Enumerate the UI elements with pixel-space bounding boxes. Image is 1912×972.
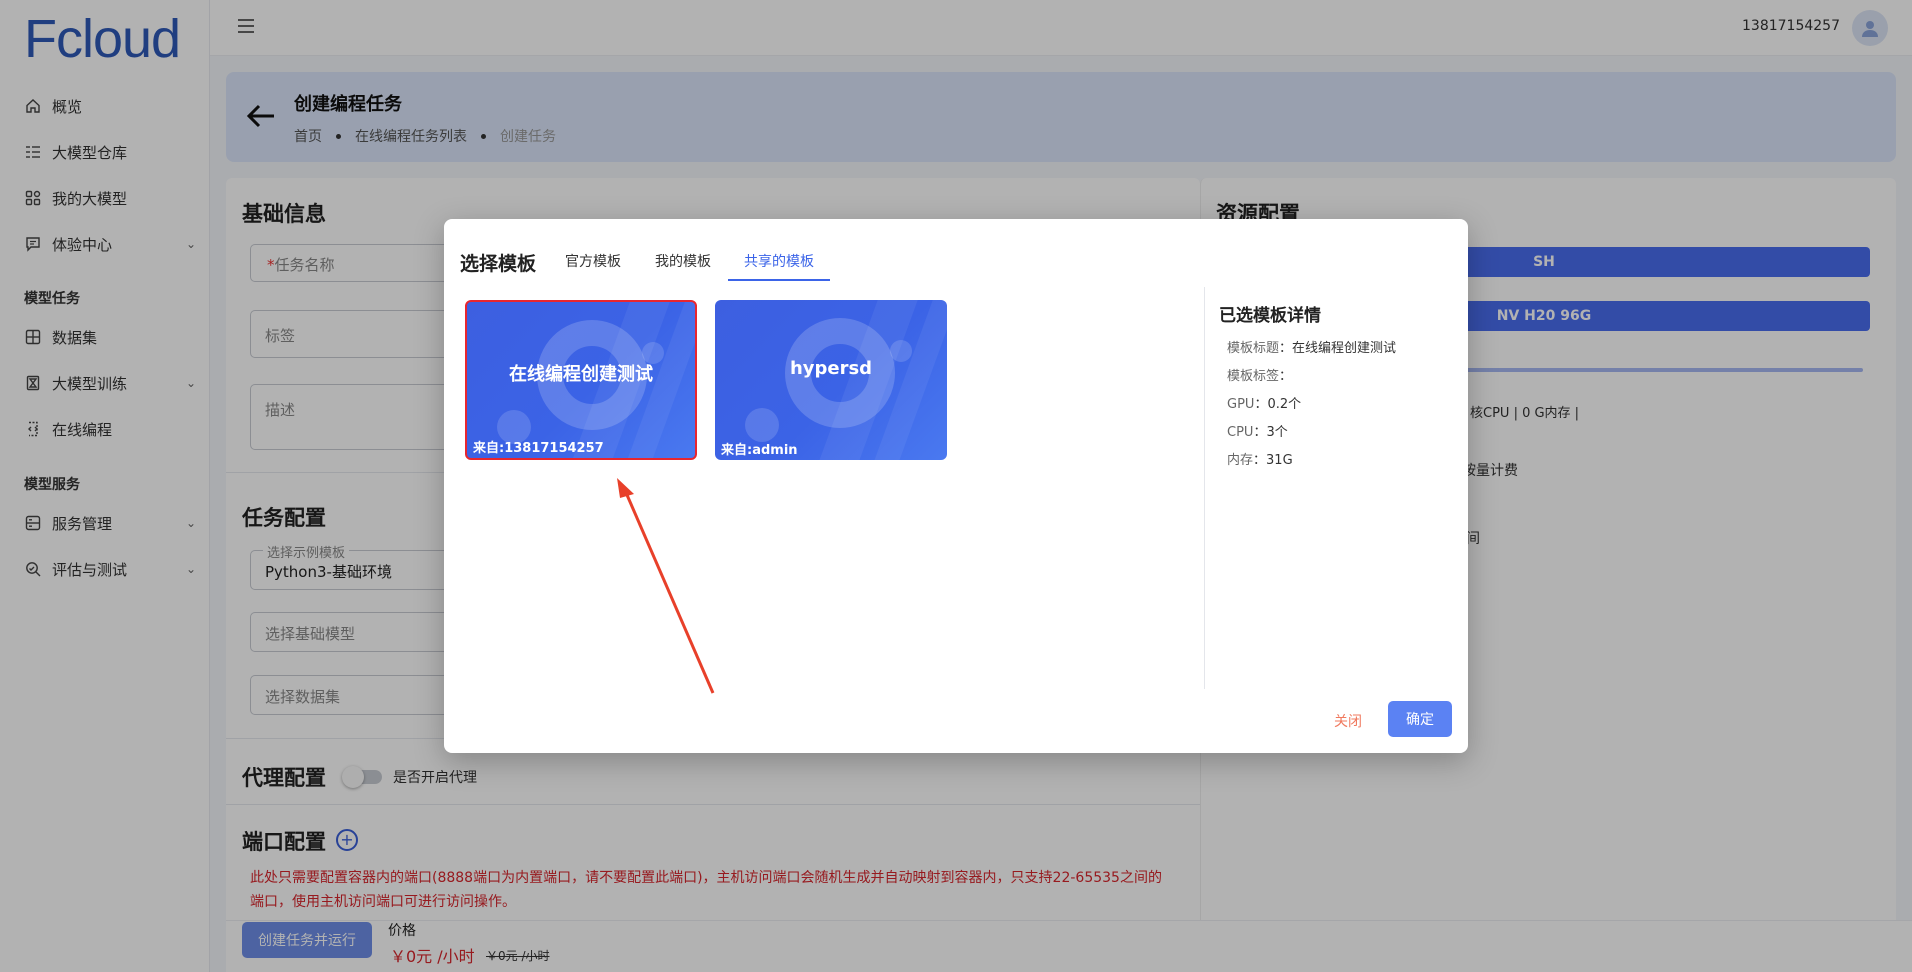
detail-divider xyxy=(1204,287,1205,689)
detail-row-tags: 模板标签： xyxy=(1227,369,1293,384)
detail-title: 已选模板详情 xyxy=(1219,306,1321,326)
tab-official-templates[interactable]: 官方模板 xyxy=(565,251,621,271)
detail-row-title: 模板标题：在线编程创建测试 xyxy=(1227,341,1397,356)
detail-key: GPU xyxy=(1227,397,1255,412)
template-source: 来自:admin xyxy=(721,443,798,458)
detail-row-memory: 内存：31G xyxy=(1227,453,1293,468)
detail-row-cpu: CPU：3个 xyxy=(1227,425,1288,440)
detail-key: 模板标题 xyxy=(1227,341,1280,356)
detail-value: 0.2个 xyxy=(1267,397,1302,412)
modal-title: 选择模板 xyxy=(460,253,537,275)
template-title: 在线编程创建测试 xyxy=(509,364,653,385)
detail-key: 内存 xyxy=(1227,453,1254,468)
close-button[interactable]: 关闭 xyxy=(1334,711,1362,731)
detail-value: 31G xyxy=(1266,453,1293,468)
template-card-selected[interactable]: 在线编程创建测试 来自:13817154257 xyxy=(465,300,697,460)
template-title: hypersd xyxy=(789,358,873,379)
detail-key: CPU xyxy=(1227,425,1254,440)
detail-value: 3个 xyxy=(1266,425,1288,440)
template-source: 来自:13817154257 xyxy=(473,441,604,456)
detail-row-gpu: GPU：0.2个 xyxy=(1227,397,1302,412)
detail-key: 模板标签 xyxy=(1227,369,1280,384)
active-tab-indicator xyxy=(728,279,830,281)
template-card[interactable]: hypersd 来自:admin xyxy=(715,300,947,460)
template-select-modal: 选择模板 官方模板 我的模板 共享的模板 在线编程创建测试 来自:1381715… xyxy=(444,219,1468,753)
confirm-button[interactable]: 确定 xyxy=(1388,701,1452,737)
tab-shared-templates[interactable]: 共享的模板 xyxy=(744,251,814,271)
detail-value: 在线编程创建测试 xyxy=(1292,341,1397,356)
tab-my-templates[interactable]: 我的模板 xyxy=(655,251,711,271)
